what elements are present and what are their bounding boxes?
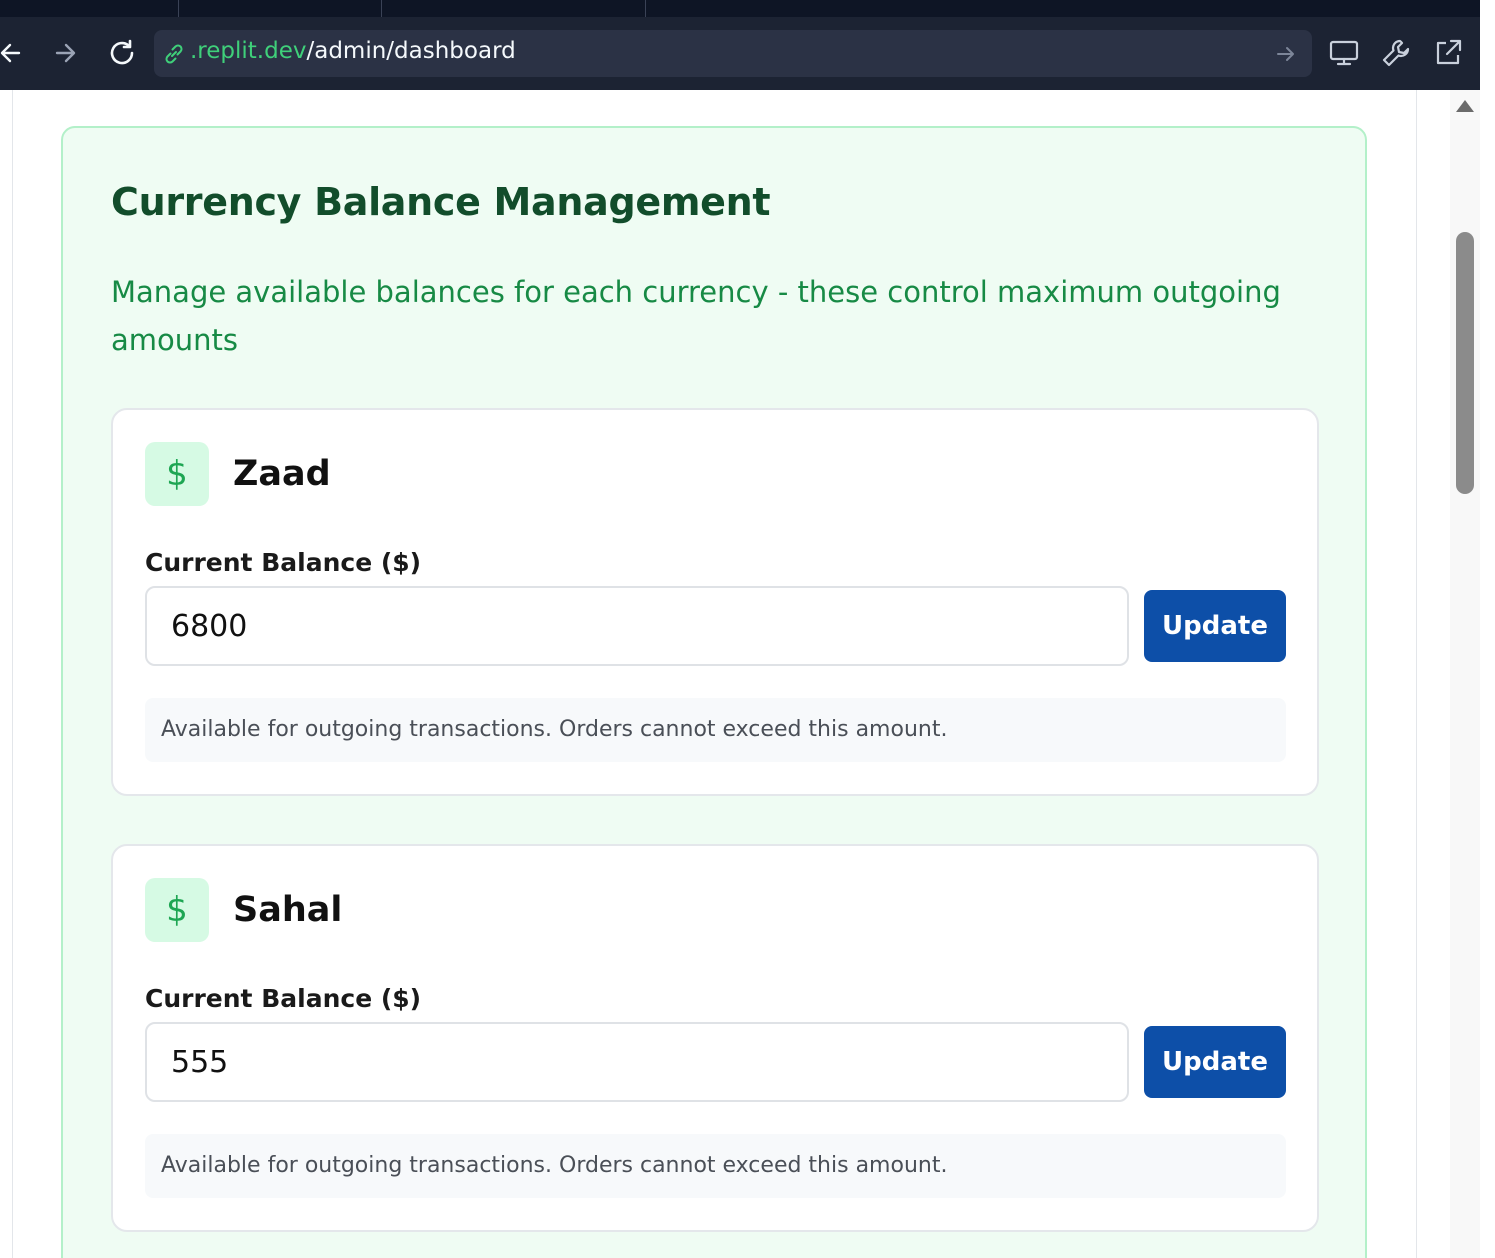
tab-divider bbox=[178, 0, 179, 17]
balance-input[interactable] bbox=[145, 1022, 1129, 1102]
balance-label: Current Balance ($) bbox=[145, 984, 422, 1013]
url-host: .replit.dev bbox=[190, 38, 307, 64]
monitor-icon bbox=[1329, 40, 1359, 66]
scroll-up-arrow-icon[interactable] bbox=[1456, 100, 1474, 112]
forward-button[interactable] bbox=[49, 36, 83, 70]
external-link-icon bbox=[1436, 39, 1462, 65]
page-viewport: Currency Balance Management Manage avail… bbox=[0, 90, 1480, 1258]
back-arrow-icon bbox=[0, 43, 21, 63]
tab-strip bbox=[0, 0, 1495, 17]
balance-note: Available for outgoing transactions. Ord… bbox=[145, 698, 1286, 762]
scrollbar-thumb[interactable] bbox=[1456, 232, 1474, 494]
content-divider bbox=[12, 90, 13, 1258]
window-edge bbox=[1480, 0, 1495, 1258]
balance-label: Current Balance ($) bbox=[145, 548, 422, 577]
currency-card-zaad: $ Zaad Current Balance ($) Update Availa… bbox=[111, 408, 1319, 796]
balance-note: Available for outgoing transactions. Ord… bbox=[145, 1134, 1286, 1198]
reload-button[interactable] bbox=[105, 36, 139, 70]
balance-input[interactable] bbox=[145, 586, 1129, 666]
currency-name: Sahal bbox=[233, 890, 343, 930]
update-button[interactable]: Update bbox=[1144, 590, 1286, 662]
wrench-icon bbox=[1382, 39, 1410, 67]
address-text[interactable]: .replit.dev/admin/dashboard bbox=[190, 38, 516, 64]
browser-toolbar: .replit.dev/admin/dashboard bbox=[0, 0, 1495, 90]
link-icon bbox=[165, 44, 183, 64]
tab-divider bbox=[645, 0, 646, 17]
dollar-icon: $ bbox=[145, 442, 209, 506]
currency-balance-panel: Currency Balance Management Manage avail… bbox=[61, 126, 1367, 1258]
currency-name: Zaad bbox=[233, 454, 331, 494]
url-path: /admin/dashboard bbox=[306, 38, 516, 64]
devtools-wrench-button[interactable] bbox=[1379, 36, 1413, 70]
content-divider bbox=[1416, 90, 1417, 1258]
go-arrow-icon[interactable] bbox=[1272, 40, 1300, 68]
forward-arrow-icon bbox=[55, 43, 76, 63]
open-external-button[interactable] bbox=[1431, 36, 1465, 70]
devtools-monitor-button[interactable] bbox=[1327, 36, 1361, 70]
reload-icon bbox=[110, 39, 134, 65]
update-button[interactable]: Update bbox=[1144, 1026, 1286, 1098]
tab-divider bbox=[381, 0, 382, 17]
panel-description: Manage available balances for each curre… bbox=[111, 275, 1281, 357]
panel-title: Currency Balance Management bbox=[111, 180, 771, 224]
currency-card-sahal: $ Sahal Current Balance ($) Update Avail… bbox=[111, 844, 1319, 1232]
dollar-icon: $ bbox=[145, 878, 209, 942]
back-button[interactable] bbox=[0, 36, 28, 70]
